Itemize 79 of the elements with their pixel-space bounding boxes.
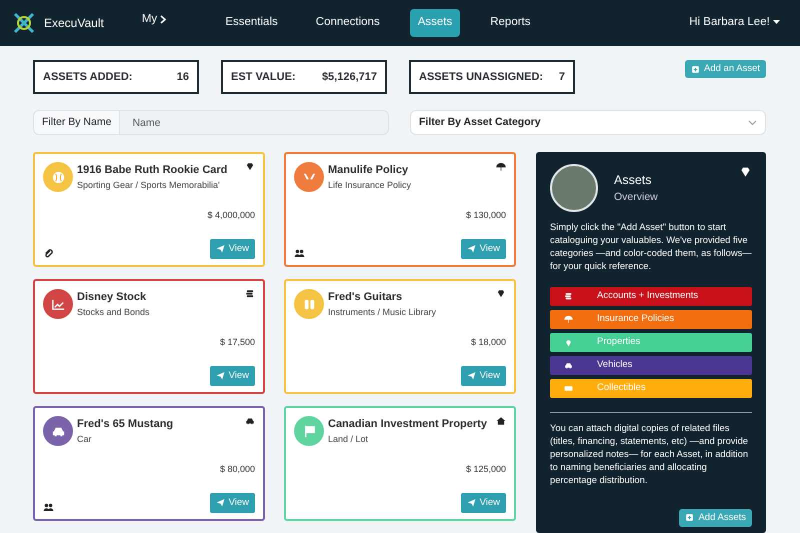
paper-plane-icon [216, 498, 225, 508]
view-button[interactable]: View [210, 366, 255, 386]
coins-icon [564, 292, 573, 301]
intro-text: Simply click the "Add Asset" button to start cataloguing your valuables. We've provided five categories —and color-coded them, as follows— for your quick reference. [550, 220, 752, 273]
car-icon [564, 360, 573, 370]
paper-plane-icon [466, 244, 476, 254]
house-icon [496, 416, 506, 426]
gem-icon [739, 166, 752, 179]
chevron-down-icon [748, 120, 757, 126]
view-button[interactable]: View [210, 492, 255, 513]
view-button[interactable]: View [460, 492, 506, 513]
asset-category: Life Insurance Policy [328, 178, 412, 192]
nav-link[interactable]: Assets [410, 9, 460, 37]
asset-title: Fred's 65 Mustang [77, 417, 174, 432]
category-legend-item: Accounts + Investments [550, 286, 752, 306]
people-icon [43, 502, 54, 513]
plus-icon [691, 64, 700, 74]
nav-link[interactable]: Reports [482, 9, 538, 37]
add-assets-button[interactable]: Add Assets [679, 508, 752, 527]
logo-icon [12, 11, 36, 35]
umbrella-icon [564, 314, 573, 324]
category-legend-item: Properties [550, 332, 752, 352]
paper-plane-icon [466, 498, 476, 508]
asset-title: Canadian Investment Property [328, 417, 487, 432]
asset-value: $ 4,000,000 [206, 209, 255, 222]
user-menu[interactable]: Hi Barbara Lee! [681, 9, 788, 37]
chevron-icon [160, 14, 168, 24]
asset-value: $ 18,000 [470, 336, 506, 350]
asset-value: $ 125,000 [464, 463, 506, 476]
gem-icon [496, 289, 506, 299]
asset-value: $ 17,500 [218, 336, 255, 350]
brand-name[interactable]: ExecuVault [44, 14, 104, 32]
map-pin-icon [564, 338, 573, 347]
panel-title: Assets [614, 172, 653, 189]
category-legend-item: Insurance Policies [550, 310, 752, 329]
stat-value: $5,126,717 [322, 70, 377, 85]
add-asset-button[interactable]: Add an Asset [685, 60, 766, 78]
asset-category: Instruments / Music Library [328, 306, 438, 319]
asset-title: Fred's Guitars [328, 290, 402, 305]
view-button[interactable]: View [210, 238, 255, 259]
umbrella-icon [496, 162, 506, 172]
stat-label: EST VALUE: [231, 70, 296, 85]
gem-icon [245, 162, 255, 172]
caret-icon [773, 20, 780, 25]
view-button[interactable]: View [460, 366, 506, 386]
asset-category: Car [77, 432, 93, 446]
category-legend-item: Vehicles [550, 356, 752, 375]
nav-link[interactable]: Connections [308, 9, 388, 37]
asset-value: $ 80,000 [218, 463, 255, 476]
stat-label: ASSETS ADDED: [43, 70, 132, 85]
name-field[interactable]: Name [119, 110, 389, 135]
asset-category: Stocks and Bonds [77, 306, 151, 318]
paperclip-icon [43, 248, 54, 259]
car-icon [245, 416, 255, 426]
people-icon [294, 248, 305, 259]
stat-label: ASSETS UNASSIGNED: [419, 70, 544, 85]
asset-title: Manulife Policy [328, 163, 408, 178]
asset-value: $ 130,000 [464, 209, 506, 222]
photo-placeholder [550, 164, 598, 212]
note-text: You can attach digital copies of related files (titles, financing, statements, etc) —and provide personalized notes— for each Asset, in addition to naming beneficiaries and allocating percentage distribution. [550, 420, 750, 486]
stat-value: 16 [176, 70, 189, 85]
coins-icon [245, 289, 255, 299]
view-button[interactable]: View [460, 238, 506, 259]
asset-category: Sporting Gear / Sports Memorabilia' [77, 178, 221, 192]
asset-title: Disney Stock [77, 290, 146, 305]
panel-subtitle: Overview [614, 190, 659, 204]
ball-icon [50, 170, 66, 184]
category-select[interactable]: Filter By Asset Category [410, 110, 766, 135]
nav-link[interactable]: My [134, 6, 176, 34]
paper-plane-icon [466, 371, 476, 380]
plus-icon [685, 513, 694, 522]
asset-title: 1916 Babe Ruth Rookie Card [77, 163, 228, 178]
paper-plane-icon [216, 244, 225, 254]
filter-label: Filter By Name [33, 110, 120, 135]
stat-value: 7 [558, 70, 565, 85]
category-legend-item: Collectibles [550, 378, 752, 398]
paper-plane-icon [216, 371, 225, 380]
nav-link[interactable]: Essentials [217, 9, 286, 37]
asset-category: Land / Lot [328, 432, 370, 446]
